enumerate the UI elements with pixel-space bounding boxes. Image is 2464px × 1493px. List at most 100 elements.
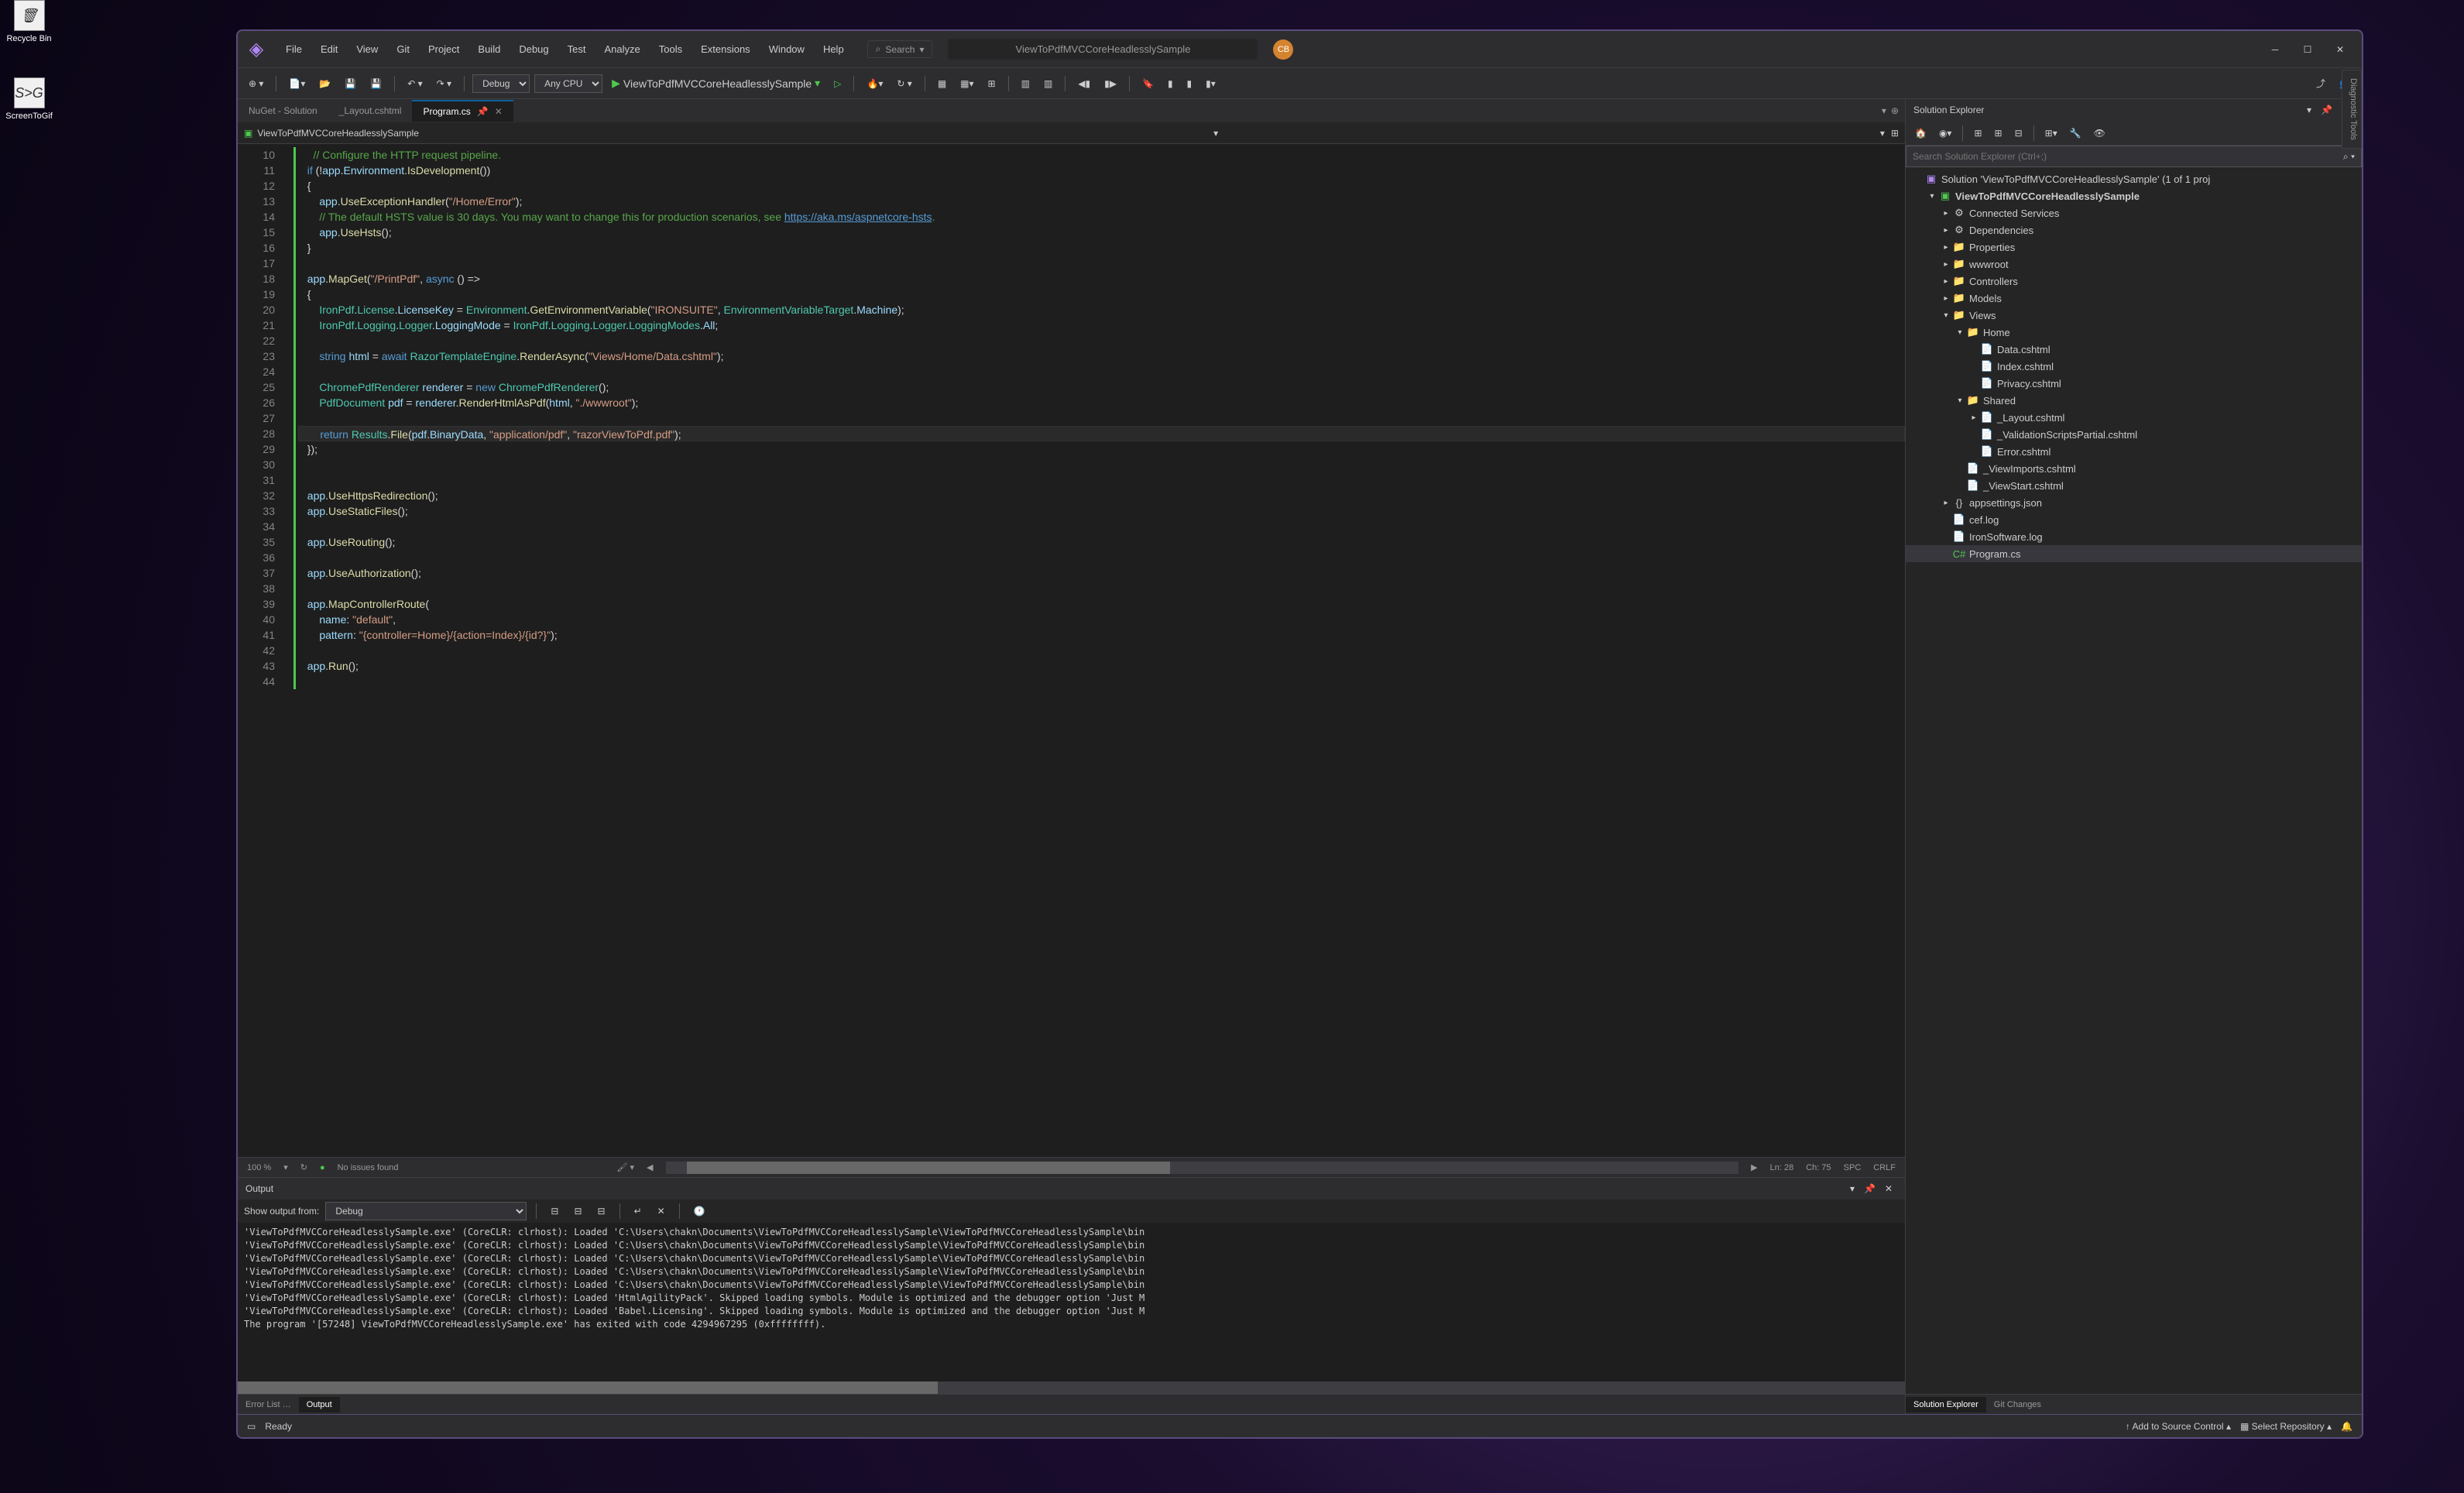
indent-right-button[interactable]: ▮▶ (1100, 75, 1121, 92)
diagnostic-tools-tab[interactable]: Diagnostic Tools (2342, 70, 2362, 149)
output-tb-2[interactable]: ⊟ (569, 1203, 586, 1220)
tree-node-models[interactable]: ▸📁Models (1906, 290, 2362, 307)
tree-node-data-cshtml[interactable]: 📄Data.cshtml (1906, 341, 2362, 358)
clear-button[interactable]: ✕ (653, 1203, 670, 1220)
menu-analyze[interactable]: Analyze (596, 40, 647, 58)
editor-hscroll[interactable] (666, 1162, 1739, 1174)
tab--layout-cshtml[interactable]: _Layout.cshtml (328, 101, 413, 121)
refresh-icon[interactable]: ↻ (300, 1162, 307, 1172)
desktop-icon-screentogif[interactable]: S>G ScreenToGif (0, 77, 58, 121)
tb-icon-6[interactable]: ▮ (1163, 75, 1178, 92)
open-button[interactable]: 📂 (314, 75, 335, 92)
hscroll-left[interactable]: ◀ (647, 1162, 653, 1172)
indent-left-button[interactable]: ◀▮ (1073, 75, 1095, 92)
menu-window[interactable]: Window (761, 40, 812, 58)
menu-tools[interactable]: Tools (651, 40, 690, 58)
panel-dropdown-icon[interactable]: ▾ (1845, 1180, 1859, 1197)
tree-node-appsettings-json[interactable]: ▸{}appsettings.json (1906, 494, 2362, 511)
sol-views-button[interactable]: ◉▾ (1934, 125, 1957, 142)
panel-pin-icon[interactable]: 📌 (2316, 101, 2337, 118)
undo-button[interactable]: ↶ ▾ (403, 75, 427, 92)
nav-bar[interactable]: ▣ ViewToPdfMVCCoreHeadlesslySample ▾ ▾ ⊞ (238, 122, 1905, 144)
indent-indicator[interactable]: SPC (1844, 1163, 1862, 1172)
tree-node-dependencies[interactable]: ▸⚙Dependencies (1906, 221, 2362, 239)
platform-select[interactable]: Any CPU (534, 74, 602, 93)
output-body[interactable]: 'ViewToPdfMVCCoreHeadlesslySample.exe' (… (238, 1223, 1905, 1381)
sol-tab-gitchanges[interactable]: Git Changes (1986, 1397, 2049, 1412)
config-select[interactable]: Debug (472, 74, 530, 93)
menu-git[interactable]: Git (389, 40, 417, 58)
browser-link-button[interactable]: ↻ ▾ (892, 75, 916, 92)
close-tab-icon[interactable]: ✕ (495, 106, 503, 117)
start-nodebug-button[interactable]: ▷ (829, 75, 846, 92)
tb-icon-5[interactable]: ▥ (1039, 75, 1057, 92)
output-hscroll[interactable] (238, 1381, 1905, 1394)
tab-nuget---solution[interactable]: NuGet - Solution (238, 101, 328, 121)
solution-search[interactable]: ⌕ ▾ (1906, 146, 2362, 167)
menu-edit[interactable]: Edit (313, 40, 345, 58)
sol-sync-button[interactable]: ⊞ (1969, 125, 1986, 142)
panel-pin-icon[interactable]: 📌 (1859, 1180, 1880, 1197)
output-tb-1[interactable]: ⊟ (546, 1203, 563, 1220)
menu-view[interactable]: View (348, 40, 386, 58)
tree-node-home[interactable]: ▾📁Home (1906, 324, 2362, 341)
code-editor[interactable]: 1011121314151617181920212223242526272829… (238, 144, 1905, 1157)
issues-text[interactable]: No issues found (338, 1163, 399, 1172)
sol-preview-button[interactable]: 👁 (2089, 125, 2110, 142)
output-tb-3[interactable]: ⊟ (593, 1203, 610, 1220)
user-avatar[interactable]: CB (1273, 39, 1293, 60)
split-icon[interactable]: ⊞ (1891, 128, 1899, 139)
notifications-icon[interactable]: 🔔 (2341, 1421, 2352, 1432)
tree-node-shared[interactable]: ▾📁Shared (1906, 392, 2362, 409)
sol-tab-solutionexplorer[interactable]: Solution Explorer (1906, 1397, 1986, 1412)
timestamp-button[interactable]: 🕐 (689, 1203, 710, 1220)
tree-node-viewtopdfmvccoreheadlesslysample[interactable]: ▾▣ViewToPdfMVCCoreHeadlesslySample (1906, 187, 2362, 204)
tree-node-error-cshtml[interactable]: 📄Error.cshtml (1906, 443, 2362, 460)
hscroll-right[interactable]: ▶ (1751, 1162, 1757, 1172)
pin-icon[interactable]: 📌 (477, 106, 489, 117)
menu-debug[interactable]: Debug (511, 40, 556, 58)
bottom-tab-errorlist[interactable]: Error List … (238, 1397, 299, 1412)
output-source-select[interactable]: Debug (325, 1202, 527, 1220)
line-indicator[interactable]: Ln: 28 (1770, 1163, 1794, 1172)
menu-help[interactable]: Help (815, 40, 852, 58)
tree-node-program-cs[interactable]: C#Program.cs (1906, 545, 2362, 562)
bookmark-button[interactable]: 🔖 (1138, 75, 1158, 92)
new-project-button[interactable]: 📄▾ (284, 75, 310, 92)
tree-node-ironsoftware-log[interactable]: 📄IronSoftware.log (1906, 528, 2362, 545)
desktop-icon-recycle[interactable]: 🗑 Recycle Bin (0, 0, 58, 43)
code-body[interactable]: // Configure the HTTP request pipeline. … (298, 144, 1905, 1157)
add-tab-icon[interactable]: ⊕ (1891, 105, 1899, 116)
nav-back-button[interactable]: ⊕ ▾ (244, 75, 268, 92)
sol-properties-button[interactable]: 🔧 (2065, 125, 2086, 142)
zoom-dropdown-icon[interactable]: ▾ (283, 1162, 288, 1172)
tree-node-properties[interactable]: ▸📁Properties (1906, 239, 2362, 256)
tree-node-views[interactable]: ▾📁Views (1906, 307, 2362, 324)
tree-node-wwwroot[interactable]: ▸📁wwwroot (1906, 256, 2362, 273)
tb-icon-1[interactable]: ▦ (933, 75, 951, 92)
redo-button[interactable]: ↷ ▾ (432, 75, 456, 92)
tree-node--viewimports-cshtml[interactable]: 📄_ViewImports.cshtml (1906, 460, 2362, 477)
tree-node-connected-services[interactable]: ▸⚙Connected Services (1906, 204, 2362, 221)
tree-node-cef-log[interactable]: 📄cef.log (1906, 511, 2362, 528)
minimize-button[interactable]: ─ (2260, 38, 2291, 61)
menu-file[interactable]: File (278, 40, 310, 58)
menu-project[interactable]: Project (420, 40, 467, 58)
tree-node-controllers[interactable]: ▸📁Controllers (1906, 273, 2362, 290)
menu-extensions[interactable]: Extensions (693, 40, 758, 58)
panel-dropdown-icon[interactable]: ▾ (2302, 101, 2316, 118)
share-button[interactable]: ⤴ (2311, 74, 2330, 93)
tb-icon-4[interactable]: ▥ (1017, 75, 1035, 92)
add-source-control[interactable]: ↑ Add to Source Control ▴ (2126, 1421, 2231, 1432)
tree-node-privacy-cshtml[interactable]: 📄Privacy.cshtml (1906, 375, 2362, 392)
save-button[interactable]: 💾 (340, 75, 361, 92)
bottom-tab-output[interactable]: Output (299, 1397, 340, 1412)
sol-showall-button[interactable]: ⊞▾ (2040, 125, 2062, 142)
tab-dropdown-icon[interactable]: ▾ (1882, 105, 1886, 116)
sol-refresh-button[interactable]: ⊞ (1990, 125, 2007, 142)
start-debug-button[interactable]: ▶ ViewToPdfMVCCoreHeadlesslySample ▾ (607, 74, 825, 93)
solution-search-input[interactable] (1913, 151, 2343, 162)
tb-icon-7[interactable]: ▮ (1182, 75, 1197, 92)
tab-program-cs[interactable]: Program.cs📌✕ (412, 100, 513, 122)
char-indicator[interactable]: Ch: 75 (1806, 1163, 1831, 1172)
